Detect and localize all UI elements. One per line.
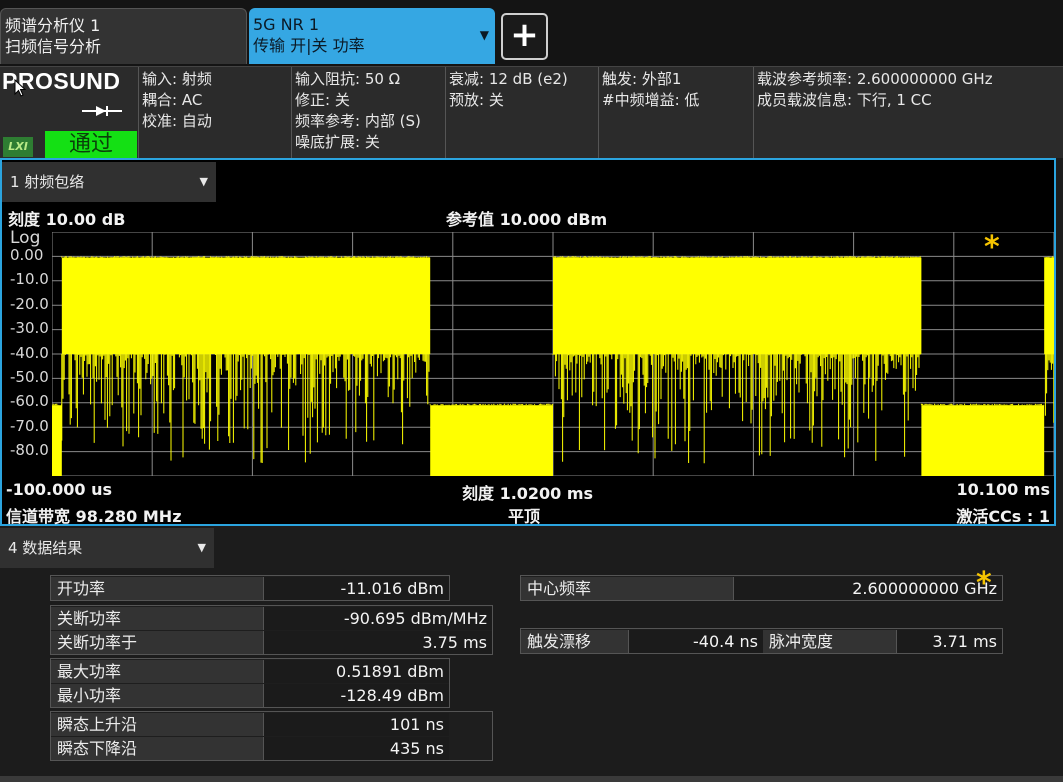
dropdown-arrow-icon: ▼: [479, 28, 489, 42]
max-power-value: 0.51891 dBm: [264, 660, 449, 683]
settings-bar: PROSUND LXI 通过 输入: 射频 耦合: AC 校准: 自动 输入阻抗: …: [0, 66, 1063, 159]
y-tick-label: -20.0: [10, 294, 49, 313]
off-power-label: 关断功率: [51, 607, 264, 630]
trace-plot[interactable]: [52, 232, 1054, 476]
fall-value: 435 ns: [264, 737, 449, 760]
setting-item: 输入阻抗: 50 Ω: [295, 70, 401, 88]
setting-item: 校准: 自动: [142, 112, 212, 130]
trace-segment-3: [553, 257, 922, 354]
trig-drift-value: -40.4 ns: [629, 630, 763, 653]
trig-drift-label: 触发漂移: [521, 630, 629, 653]
softkey-strip: [0, 776, 1063, 782]
min-power-value: -128.49 dBm: [264, 684, 449, 707]
off-power-at-value: 3.75 ms: [264, 631, 492, 654]
marker-star-icon: *: [984, 230, 1000, 265]
channel-bandwidth: 信道带宽 98.280 MHz: [6, 507, 182, 526]
off-power-value: -90.695 dBm/MHz: [264, 607, 492, 630]
rise-label: 瞬态上升沿: [51, 713, 264, 736]
setting-item: 修正: 关: [295, 91, 350, 109]
trace-segment-1: [61, 257, 431, 354]
setting-item: 成员载波信息: 下行, 1 CC: [757, 91, 932, 109]
min-power-label: 最小功率: [51, 684, 264, 707]
settings-attenuation-group[interactable]: 衰减: 12 dB (e2) 预放: 关: [445, 67, 598, 159]
setting-item: 输入: 射频: [142, 70, 212, 88]
center-freq-value: 2.600000000 GHz: [734, 577, 1002, 600]
settings-trigger-group[interactable]: 触发: 外部1 #中频增益: 低: [598, 67, 753, 159]
setting-item: 载波参考频率: 2.600000000 GHz: [757, 70, 993, 88]
settings-input-group[interactable]: 输入: 射频 耦合: AC 校准: 自动: [138, 67, 291, 159]
lxi-icon: LXI: [3, 137, 33, 157]
y-tick-label: -50.0: [10, 368, 49, 386]
pass-status-badge: 通过: [45, 131, 137, 159]
on-power-value: -11.016 dBm: [264, 577, 449, 600]
y-tick-label: -60.0: [10, 392, 49, 411]
instrument-name: 频谱分析仪 1: [5, 16, 101, 35]
window-type: 平顶: [508, 507, 541, 526]
trace-segment-4: [921, 405, 1045, 476]
marker-star-icon: *: [976, 566, 992, 601]
pulse-width-value: 3.71 ms: [897, 630, 1002, 653]
settings-carrier-group[interactable]: 载波参考频率: 2.600000000 GHz 成员载波信息: 下行, 1 CC: [753, 67, 1063, 159]
trace-segment-5: [1044, 257, 1054, 354]
y-tick-label: -10.0: [10, 270, 49, 289]
max-power-label: 最大功率: [51, 660, 264, 683]
rf-envelope-window[interactable]: 1 射频包络 ▼ 刻度 10.00 dB 参考值 10.000 dBm Log …: [0, 158, 1056, 526]
x-stop-time: 10.100 ms: [956, 480, 1050, 499]
y-tick-label: -30.0: [10, 319, 49, 338]
tab-5g-nr[interactable]: 5G NR 1 传输 开|关 功率 ▼: [249, 8, 495, 64]
setting-item: 触发: 外部1: [602, 70, 682, 88]
off-power-at-label: 关断功率于: [51, 631, 264, 654]
settings-impedance-group[interactable]: 输入阻抗: 50 Ω 修正: 关频率参考: 内部 (S) 噪底扩展: 关: [291, 67, 445, 159]
logo-area: PROSUND LXI 通过: [0, 67, 138, 159]
fall-label: 瞬态下降沿: [51, 737, 264, 760]
trig-pulse-row: 触发漂移 -40.4 ns 脉冲宽度 3.71 ms: [520, 628, 1003, 654]
results-window-label: 4 数据结果: [8, 539, 83, 557]
center-freq-label: 中心频率: [521, 577, 734, 600]
setting-item: 预放: 关: [449, 91, 504, 109]
max-min-power-group: 最大功率 0.51891 dBm 最小功率 -128.49 dBm: [50, 658, 450, 708]
mode-name: 5G NR 1: [253, 15, 320, 34]
scale-per-div: 刻度 10.00 dB: [8, 210, 126, 229]
center-freq-row: 中心频率 2.600000000 GHz: [520, 575, 1003, 601]
results-window-dropdown[interactable]: 4 数据结果 ▼: [0, 528, 214, 568]
dropdown-arrow-icon: ▼: [199, 175, 208, 188]
trace-segment-0: [52, 405, 62, 476]
rf-input-arrow-icon: [82, 106, 122, 116]
tab-bar: 频谱分析仪 1 扫频信号分析 5G NR 1 传输 开|关 功率 ▼ +: [0, 0, 1063, 66]
on-power-row: 开功率 -11.016 dBm: [50, 575, 450, 601]
rise-value: 101 ns: [264, 713, 449, 736]
y-tick-label: -70.0: [10, 416, 49, 435]
on-power-label: 开功率: [51, 577, 264, 600]
x-scale-per-div: 刻度 1.0200 ms: [462, 484, 594, 503]
setting-item: 耦合: AC: [142, 91, 203, 109]
add-screen-button[interactable]: +: [501, 13, 548, 60]
window-select-dropdown[interactable]: 1 射频包络 ▼: [2, 162, 216, 202]
y-tick-label: 0.00: [10, 246, 44, 264]
trace-segment-2: [430, 405, 553, 476]
pulse-width-label: 脉冲宽度: [763, 630, 897, 653]
tab-instrument[interactable]: 频谱分析仪 1 扫频信号分析: [0, 8, 247, 64]
mouse-cursor-icon: [14, 79, 26, 97]
transient-group: 瞬态上升沿 101 ns 瞬态下降沿 435 ns: [50, 711, 493, 761]
setting-item: #中频增益: 低: [602, 91, 700, 109]
log-label: Log: [10, 228, 41, 248]
y-tick-label: -80.0: [10, 441, 49, 460]
y-tick-label: -40.0: [10, 343, 49, 362]
active-ccs: 激活CCs : 1: [956, 507, 1050, 526]
window-select-label: 1 射频包络: [10, 173, 85, 191]
off-power-group: 关断功率 -90.695 dBm/MHz 关断功率于 3.75 ms: [50, 605, 493, 655]
mode-measurement: 传输 开|关 功率: [253, 36, 365, 55]
reference-level: 参考值 10.000 dBm: [446, 210, 608, 229]
data-results-window[interactable]: 4 数据结果 ▼ 开功率 -11.016 dBm 关断功率 -90.695 dB…: [0, 526, 1063, 776]
measurement-name: 扫频信号分析: [5, 37, 102, 56]
x-start-time: -100.000 us: [6, 480, 112, 499]
dropdown-arrow-icon: ▼: [197, 541, 206, 554]
setting-item: 噪底扩展: 关: [295, 133, 380, 151]
setting-item: 频率参考: 内部 (S): [295, 112, 421, 130]
setting-item: 衰减: 12 dB (e2): [449, 70, 568, 88]
